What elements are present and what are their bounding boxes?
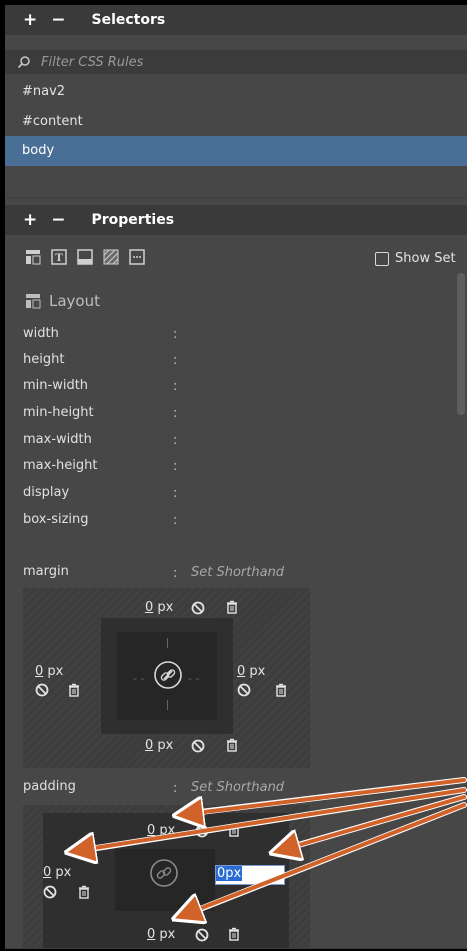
selectors-header: + − Selectors: [5, 5, 467, 35]
background-category-icon[interactable]: [103, 249, 119, 265]
prop-width[interactable]: width: [23, 326, 59, 341]
bottom-divider: [5, 948, 467, 949]
filter-css-rules-input[interactable]: Filter CSS Rules: [5, 50, 467, 74]
padding-top-value[interactable]: 0 px: [147, 823, 175, 838]
dash-top: [167, 638, 168, 648]
margin-box-model: - - - - 0 px 0 px 0 px 0 px: [23, 588, 310, 768]
margin-right-delete-icon[interactable]: [274, 683, 288, 697]
divider: [5, 197, 467, 198]
prop-colon: :: [173, 486, 178, 501]
add-property-button[interactable]: +: [23, 210, 37, 230]
prop-box-sizing[interactable]: box-sizing: [23, 512, 89, 527]
prop-colon: :: [173, 406, 178, 421]
css-designer-frame: + − Selectors Filter CSS Rules #nav2 #co…: [0, 0, 467, 951]
padding-right-input-text: 0px: [216, 866, 243, 881]
remove-selector-button[interactable]: −: [51, 10, 65, 30]
dash-bottom: [167, 700, 168, 710]
properties-header: + − Properties: [5, 205, 467, 235]
padding-box-model: 0 px 0 px 0px 0 px: [23, 805, 310, 949]
layout-title-text: Layout: [49, 292, 100, 310]
remove-property-button[interactable]: −: [51, 210, 65, 230]
layout-category-icon[interactable]: [25, 249, 41, 265]
properties-title: Properties: [91, 212, 175, 228]
show-set-label: Show Set: [395, 251, 456, 266]
prop-min-width[interactable]: min-width: [23, 378, 88, 393]
prop-display[interactable]: display: [23, 485, 69, 500]
filter-placeholder: Filter CSS Rules: [41, 54, 144, 70]
search-icon: [17, 55, 31, 69]
svg-text:T: T: [55, 253, 63, 264]
border-category-icon[interactable]: [77, 249, 93, 265]
margin-left-value[interactable]: 0 px: [35, 664, 63, 679]
margin-left-delete-icon[interactable]: [67, 683, 81, 697]
padding-top-delete-icon[interactable]: [227, 823, 241, 837]
selectors-title: Selectors: [91, 12, 166, 28]
margin-bottom-value[interactable]: 0 px: [145, 738, 173, 753]
padding-top-disable-icon[interactable]: [195, 824, 209, 838]
prop-max-width[interactable]: max-width: [23, 432, 92, 447]
property-category-toolbar: T: [25, 249, 145, 273]
padding-bottom-delete-icon[interactable]: [227, 927, 241, 941]
text-category-icon[interactable]: T: [51, 249, 67, 265]
margin-right-disable-icon[interactable]: [237, 683, 251, 697]
margin-bottom-disable-icon[interactable]: [191, 739, 205, 753]
show-set-toggle[interactable]: Show Set: [375, 251, 456, 266]
margin-label: margin: [23, 564, 69, 579]
padding-left-value[interactable]: 0 px: [43, 865, 71, 880]
margin-top-value[interactable]: 0 px: [145, 600, 173, 615]
selector-item-body[interactable]: body: [5, 136, 467, 166]
padding-left-delete-icon[interactable]: [77, 885, 91, 899]
prop-colon: :: [173, 513, 178, 528]
margin-bottom-delete-icon[interactable]: [225, 738, 239, 752]
more-category-icon[interactable]: [129, 249, 145, 265]
padding-bottom-value[interactable]: 0 px: [147, 927, 175, 942]
scrollbar-thumb[interactable]: [457, 273, 465, 415]
selector-item-content[interactable]: #content: [5, 107, 467, 137]
margin-left-disable-icon[interactable]: [35, 683, 49, 697]
prop-colon: :: [173, 379, 178, 394]
add-selector-button[interactable]: +: [23, 10, 37, 30]
prop-colon: :: [173, 781, 178, 796]
margin-top-delete-icon[interactable]: [225, 600, 239, 614]
prop-colon: :: [173, 459, 178, 474]
prop-max-height[interactable]: max-height: [23, 458, 97, 473]
prop-colon: :: [173, 433, 178, 448]
prop-colon: :: [173, 566, 178, 581]
padding-bottom-disable-icon[interactable]: [195, 928, 209, 942]
margin-right-value[interactable]: 0 px: [237, 664, 265, 679]
margin-set-shorthand[interactable]: Set Shorthand: [191, 565, 284, 580]
prop-colon: :: [173, 327, 178, 342]
margin-top-disable-icon[interactable]: [191, 601, 205, 615]
prop-colon: :: [173, 353, 178, 368]
link-icon[interactable]: [149, 858, 179, 888]
prop-min-height[interactable]: min-height: [23, 405, 94, 420]
padding-right-input[interactable]: 0px: [215, 865, 285, 885]
padding-set-shorthand[interactable]: Set Shorthand: [191, 780, 284, 795]
layout-section-title: Layout: [25, 292, 100, 310]
selector-item-nav2[interactable]: #nav2: [5, 77, 467, 107]
layout-icon: [25, 293, 41, 309]
padding-label: padding: [23, 779, 76, 794]
prop-height[interactable]: height: [23, 352, 64, 367]
link-icon[interactable]: [153, 660, 183, 690]
dash-right: - -: [188, 672, 200, 685]
dash-left: - -: [133, 672, 145, 685]
padding-left-disable-icon[interactable]: [43, 885, 57, 899]
css-designer-panel: + − Selectors Filter CSS Rules #nav2 #co…: [5, 5, 467, 949]
show-set-checkbox[interactable]: [375, 251, 389, 266]
